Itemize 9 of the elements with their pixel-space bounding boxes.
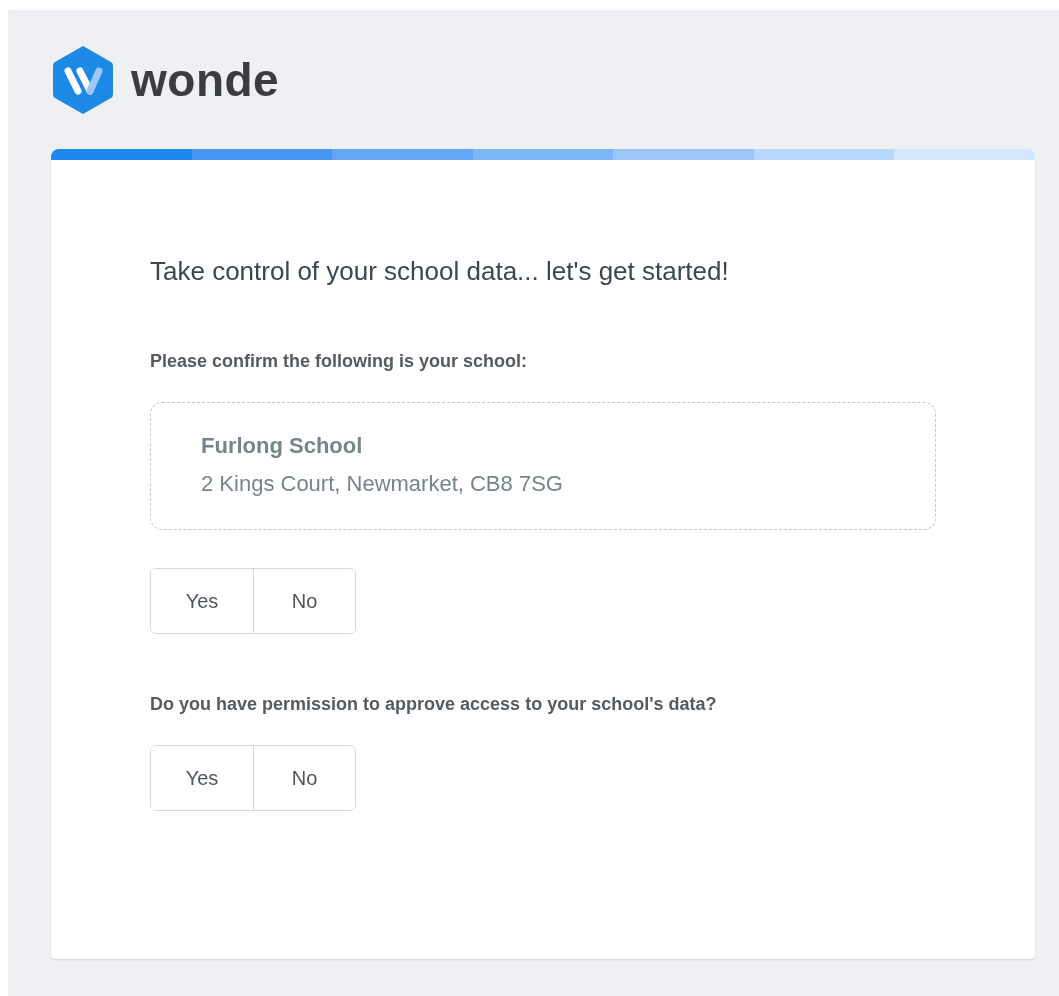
answer-button[interactable]: No [253,746,355,810]
brand-name: wonde [131,53,280,107]
question-label: Do you have permission to approve access to your school's data? [150,694,718,715]
logo-icon [51,44,115,116]
school-address: 2 Kings Court, Newmarket, CB8 7SG [201,471,564,497]
question-label: Please confirm the following is your school: [150,351,529,372]
answer-button[interactable]: No [253,569,355,633]
school-name: Furlong School [201,433,364,459]
page-heading: Take control of your school data... let's get started! [150,256,730,287]
